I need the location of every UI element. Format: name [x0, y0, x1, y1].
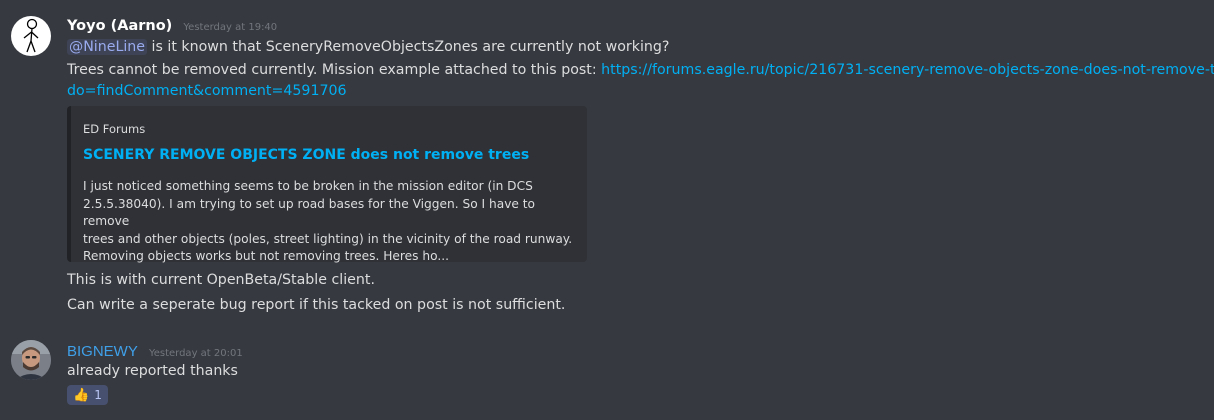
embed-description-line: 2.5.5.38040). I am trying to set up road… — [83, 196, 536, 229]
forum-link-continued[interactable]: do=findComment&comment=4591706 — [67, 83, 347, 99]
author-name[interactable]: Yoyo (Aarno) — [67, 18, 172, 34]
avatar-yoyo[interactable] — [11, 16, 51, 56]
message-line: @NineLine is it known that SceneryRemove… — [67, 37, 669, 57]
reaction-count: 1 — [94, 388, 102, 402]
avatar-bignewy[interactable] — [11, 340, 51, 380]
message-header: BIGNEWY Yesterday at 20:01 — [67, 341, 243, 360]
message-line: This is with current OpenBeta/Stable cli… — [67, 272, 375, 288]
embed-description-line: I just noticed something seems to be bro… — [83, 179, 533, 193]
embed-provider: ED Forums — [83, 122, 146, 136]
message-header: Yoyo (Aarno) Yesterday at 19:40 — [67, 15, 277, 34]
forum-link[interactable]: https://forums.eagle.ru/topic/216731-sce… — [601, 62, 1214, 78]
stick-figure-icon — [23, 18, 39, 53]
message-line: Can write a seperate bug report if this … — [67, 297, 566, 313]
message-text: is it known that SceneryRemoveObjectsZon… — [147, 39, 670, 55]
embed-description-line: trees and other objects (poles, street l… — [83, 231, 573, 246]
user-mention[interactable]: @NineLine — [67, 39, 148, 55]
thumbs-up-icon: 👍 — [73, 387, 90, 403]
embed-title[interactable]: SCENERY REMOVE OBJECTS ZONE does not rem… — [83, 147, 529, 163]
message-line: Trees cannot be removed currently. Missi… — [67, 60, 1214, 80]
embed-description: I just noticed something seems to be bro… — [83, 178, 578, 266]
reaction-thumbs-up[interactable]: 👍 1 — [67, 385, 108, 405]
user-photo-icon — [11, 340, 51, 380]
message-text: already reported thanks — [67, 363, 238, 379]
message-timestamp[interactable]: Yesterday at 19:40 — [183, 22, 277, 33]
link-embed: ED Forums SCENERY REMOVE OBJECTS ZONE do… — [67, 106, 587, 263]
embed-description-line: Removing objects works but not removing … — [83, 249, 449, 263]
author-name[interactable]: BIGNEWY — [67, 343, 138, 360]
message-line: do=findComment&comment=4591706 — [67, 81, 347, 101]
message-text: Trees cannot be removed currently. Missi… — [67, 62, 602, 78]
message-timestamp[interactable]: Yesterday at 20:01 — [149, 348, 243, 359]
